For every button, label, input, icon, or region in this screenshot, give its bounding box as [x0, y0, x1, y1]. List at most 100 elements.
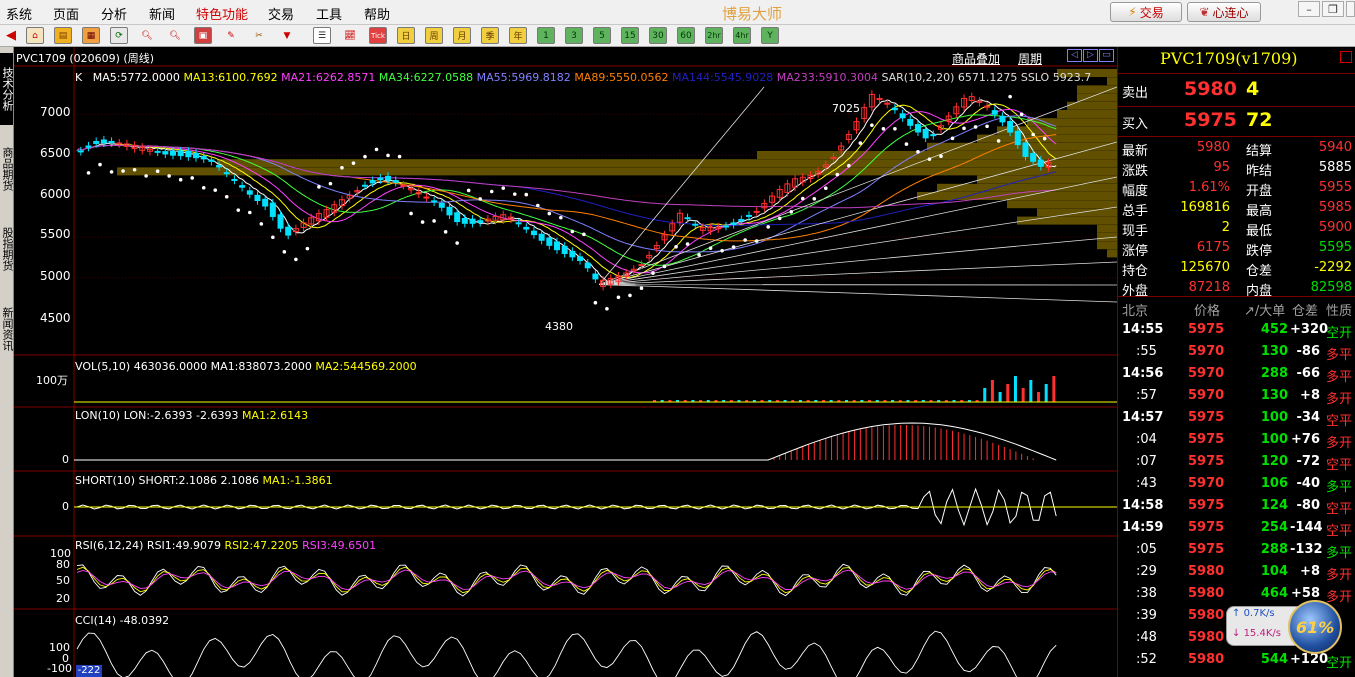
volume-bar [998, 392, 1002, 402]
chart-line-icon[interactable]: 📈︎ [341, 27, 359, 44]
refresh-icon[interactable]: ⟳ [110, 27, 128, 44]
rsi-axis-20: 20 [56, 592, 70, 605]
candle-body [77, 150, 84, 153]
upload-speed: ↑ 0.7K/s [1232, 608, 1275, 619]
sar-dot [155, 169, 160, 174]
tick-row: 14:58 5975 124 -80 空平 [1122, 498, 1353, 517]
stack-icon[interactable]: ▤ [54, 27, 72, 44]
ma-line [76, 99, 1057, 283]
chart-area[interactable]: PVC1709 (020609) (周线) 商品叠加 周期 ◁ ▷ ▭ K MA… [14, 47, 1117, 677]
gann-fan-line [599, 284, 1117, 303]
period-60min-button[interactable]: 60 [677, 27, 695, 44]
network-speed-widget[interactable]: ↑ 0.7K/s ↓ 15.4K/s 61% [1222, 600, 1352, 665]
overlay-button[interactable]: 商品叠加 [952, 50, 1000, 67]
pencil-icon[interactable]: ✎ [222, 27, 240, 44]
lon-axis-zero: 0 [62, 453, 69, 466]
period-2hr-button[interactable]: 2hr [705, 27, 723, 44]
window-icon[interactable]: ▣ [194, 27, 212, 44]
side-tab-commodity-futures[interactable]: 商品期货 [0, 137, 14, 201]
sar-dot [121, 169, 125, 173]
tick-row: 14:59 5975 254 -144 空平 [1122, 520, 1353, 539]
tick-row: :55 5970 130 -86 多平 [1136, 344, 1353, 363]
period-15min-button[interactable]: 15 [621, 27, 639, 44]
candle-body [262, 198, 269, 207]
sar-dot [386, 153, 390, 158]
scroll-left-icon[interactable]: ◁ [1067, 49, 1082, 62]
quote-list-icon[interactable]: ▦ [82, 27, 100, 44]
restore-icon[interactable]: ❐ [1322, 1, 1344, 17]
period-custom-button[interactable]: Y [761, 27, 779, 44]
menu-news[interactable]: 新闻 [149, 4, 175, 23]
candle-body [254, 194, 261, 202]
menu-system[interactable]: 系统 [6, 4, 32, 23]
candle-body [369, 180, 376, 184]
period-5min-button[interactable]: 5 [593, 27, 611, 44]
home-icon[interactable]: ⌂ [26, 27, 44, 44]
menu-special-features[interactable]: 特色功能 [196, 4, 248, 23]
period-button[interactable]: 周期 [1018, 50, 1042, 67]
sar-dot [639, 286, 644, 291]
menu-tools[interactable]: 工具 [316, 4, 342, 23]
expand-icon[interactable]: ▭ [1099, 49, 1114, 62]
rsi-axis-50: 50 [56, 574, 70, 587]
period-4hr-button[interactable]: 4hr [733, 27, 751, 44]
candle-body [200, 155, 207, 160]
menu-page[interactable]: 页面 [53, 4, 79, 23]
sar-dot [201, 185, 206, 190]
back-arrow-icon[interactable]: ◀ [2, 27, 20, 44]
chart-header: PVC1709 (020609) (周线) [16, 52, 154, 65]
filter-icon[interactable]: ▼ [278, 27, 296, 44]
period-1min-button[interactable]: 1 [537, 27, 555, 44]
period-quarter-button[interactable]: 季 [481, 27, 499, 44]
volume-profile-bar [1097, 241, 1117, 250]
volume-profile-bar [1057, 110, 1117, 118]
candle-body [423, 196, 430, 199]
tool-icon[interactable]: ✂ [250, 27, 268, 44]
high-price-label: 7025 [832, 102, 860, 115]
minimize-icon[interactable]: – [1298, 1, 1320, 17]
sar-dot [536, 203, 540, 208]
table-icon[interactable]: ☰ [313, 27, 331, 44]
quote-stat-row: 幅度 1.61% 开盘 5955 [1122, 180, 1352, 199]
period-week-button[interactable]: 周 [425, 27, 443, 44]
period-year-button[interactable]: 年 [509, 27, 527, 44]
sar-dot [501, 186, 506, 190]
period-day-button[interactable]: 日 [397, 27, 415, 44]
trade-button[interactable]: ⚡ 交易 [1110, 2, 1182, 22]
period-30min-button[interactable]: 30 [649, 27, 667, 44]
candle-body [999, 115, 1006, 123]
zoom-out-icon[interactable]: 🔍︎ [166, 27, 184, 44]
sar-dot [98, 162, 102, 167]
tick-row: :07 5975 120 -72 空平 [1136, 454, 1353, 473]
candle-body [515, 222, 522, 225]
side-tab-index-futures[interactable]: 股指期货 [0, 217, 14, 281]
side-tab-technical-analysis[interactable]: 技术分析 [0, 53, 14, 125]
candle-body [431, 200, 438, 203]
candle-body [223, 172, 230, 175]
scroll-right-icon[interactable]: ▷ [1083, 49, 1098, 62]
sar-dot [1031, 132, 1035, 137]
volume-profile-bar [1007, 200, 1117, 209]
menu-analysis[interactable]: 分析 [101, 4, 127, 23]
tick-row: :04 5975 100 +76 多开 [1136, 432, 1353, 451]
short-legend: SHORT(10) SHORT:2.1086 2.1086 MA1:-1.386… [75, 474, 333, 487]
xinlian-button[interactable]: ❦ 心连心 [1187, 2, 1261, 22]
lightning-icon: ⚡ [1128, 5, 1137, 19]
price-tick-6500: 6500 [40, 146, 71, 160]
sar-dot [720, 248, 724, 253]
tick-chart-button[interactable]: Tick [369, 27, 387, 44]
candle-body [538, 233, 545, 241]
menu-help[interactable]: 帮助 [364, 4, 390, 23]
period-month-button[interactable]: 月 [453, 27, 471, 44]
side-tab-news[interactable]: 新闻资讯 [0, 297, 14, 361]
menu-trade[interactable]: 交易 [268, 4, 294, 23]
period-3min-button[interactable]: 3 [565, 27, 583, 44]
panel-toggle-icon[interactable] [1340, 51, 1352, 63]
candle-body [154, 150, 161, 153]
zoom-in-icon[interactable]: 🔍︎ [138, 27, 156, 44]
candle-body [1037, 159, 1044, 167]
close-icon[interactable] [1346, 1, 1355, 17]
volume-profile-bar [1107, 77, 1117, 86]
candle-body [454, 212, 461, 223]
volume-profile-bar [117, 167, 1117, 176]
